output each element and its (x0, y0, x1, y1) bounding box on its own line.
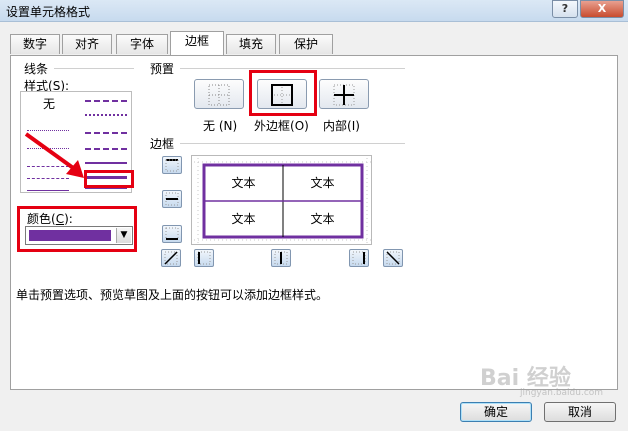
border-inside-vertical-icon (274, 251, 288, 265)
preset-inside-icon (333, 84, 355, 106)
preview-cell-bottom-right: 文本 (310, 212, 335, 226)
line-group-divider (54, 68, 134, 69)
preview-cell-top-left: 文本 (231, 176, 256, 190)
border-inside-horizontal-icon (165, 192, 179, 206)
ok-button[interactable]: 确定 (460, 402, 532, 422)
instruction-text: 单击预置选项、预览草图及上面的按钮可以添加边框样式。 (16, 288, 329, 302)
help-button[interactable]: ? (552, 0, 578, 18)
preset-outline-icon (271, 84, 293, 106)
border-left-button[interactable] (194, 249, 214, 267)
border-bottom-button[interactable] (162, 225, 182, 243)
help-icon: ? (561, 2, 569, 15)
preview-cell-top-right: 文本 (310, 176, 335, 190)
preview-cell-bottom-left: 文本 (231, 212, 256, 226)
border-top-button[interactable] (162, 156, 182, 174)
line-group-title: 线条 (24, 62, 49, 76)
line-style-medium-dash-dot[interactable] (85, 100, 127, 102)
preset-inside-label: 内部(I) (323, 119, 360, 133)
diagonal-up-icon (164, 251, 178, 265)
format-cells-dialog: 设置单元格格式 ? X 数字 对齐 字体 边框 填充 保护 线条 样式(S): … (0, 0, 628, 431)
close-button[interactable]: X (580, 0, 624, 18)
tab-border[interactable]: 边框 (170, 31, 224, 55)
preset-inside-button[interactable] (319, 79, 369, 109)
preset-outline-button[interactable] (257, 79, 307, 109)
border-middle-vertical-button[interactable] (271, 249, 291, 267)
color-label: 颜色(C): (27, 212, 73, 226)
tab-font[interactable]: 字体 (116, 34, 168, 54)
chevron-down-icon[interactable]: ▼ (116, 228, 131, 243)
line-style-slant-dash-dot[interactable] (85, 114, 127, 116)
tab-fill[interactable]: 填充 (226, 34, 276, 54)
tab-protection[interactable]: 保护 (279, 34, 333, 54)
dialog-title: 设置单元格格式 (6, 5, 91, 19)
border-diagonal-up-button[interactable] (161, 249, 181, 267)
preset-none-icon (208, 84, 230, 106)
border-left-icon (197, 251, 211, 265)
watermark-url: jingyan.baidu.com (520, 388, 604, 398)
border-right-icon (352, 251, 366, 265)
tab-number[interactable]: 数字 (10, 34, 60, 54)
border-middle-horizontal-button[interactable] (162, 190, 182, 208)
annotation-arrow-icon (24, 132, 84, 178)
cancel-button[interactable]: 取消 (544, 402, 616, 422)
line-style-thin[interactable] (27, 190, 69, 191)
presets-divider (180, 68, 405, 69)
border-group-title: 边框 (150, 137, 175, 151)
border-preview[interactable]: 文本 文本 文本 文本 (191, 155, 372, 245)
border-top-icon (165, 159, 179, 172)
diagonal-down-icon (386, 251, 400, 265)
presets-title: 预置 (150, 62, 175, 76)
border-bottom-icon (165, 227, 179, 240)
border-right-button[interactable] (349, 249, 369, 267)
line-style-none[interactable]: 无 (43, 95, 55, 112)
preset-outline-label: 外边框(O) (254, 119, 309, 133)
tab-alignment[interactable]: 对齐 (62, 34, 112, 54)
preset-none-button[interactable] (194, 79, 244, 109)
close-icon: X (597, 2, 607, 15)
line-color-dropdown[interactable]: ▼ (25, 226, 133, 245)
title-bar: 设置单元格格式 ? X (0, 0, 628, 22)
preset-none-label: 无 (N) (203, 119, 238, 133)
selected-color-swatch (29, 230, 111, 241)
border-group-divider (180, 143, 405, 144)
border-diagonal-down-button[interactable] (383, 249, 403, 267)
